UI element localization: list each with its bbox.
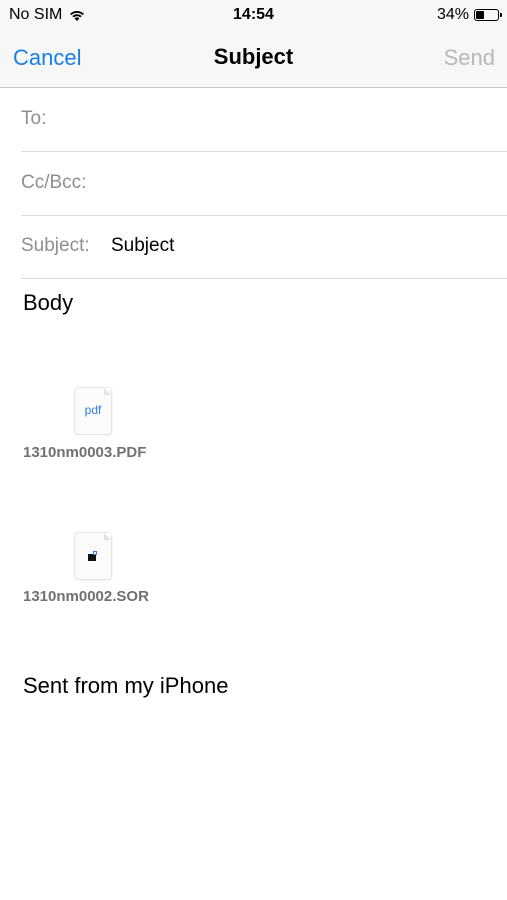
pdf-icon-label: pdf [84, 403, 102, 417]
pdf-file-icon: pdf [75, 388, 111, 434]
battery-icon [474, 9, 502, 21]
cancel-button[interactable]: Cancel [13, 45, 81, 71]
battery-percent: 34% [436, 6, 469, 23]
compose-nav-bar: Cancel Subject Send [0, 30, 507, 88]
page-corner [104, 388, 111, 395]
status-bar: No SIM 14:54 34% [0, 0, 507, 30]
message-body-text[interactable]: Body [23, 290, 73, 316]
to-label: To: [21, 108, 47, 129]
cc-bcc-field[interactable]: Cc/Bcc: [21, 152, 507, 216]
status-time: 14:54 [233, 6, 274, 23]
send-button[interactable]: Send [444, 45, 495, 71]
subject-input[interactable]: Subject [111, 235, 174, 257]
file-glyph-icon [88, 551, 97, 561]
subject-field[interactable]: Subject: Subject [21, 215, 507, 279]
status-bar-right: 34% [436, 6, 502, 24]
cc-bcc-label: Cc/Bcc: [21, 172, 87, 193]
signature-text[interactable]: Sent from my iPhone [23, 673, 228, 699]
battery-fill [476, 11, 484, 19]
generic-file-icon [75, 533, 111, 579]
page-corner [104, 533, 111, 540]
subject-label: Subject: [21, 235, 90, 256]
battery-nub [500, 13, 502, 17]
attachment-filename: 1310nm0002.SOR [23, 588, 149, 605]
to-field[interactable]: To: [21, 88, 507, 152]
attachment-filename: 1310nm0003.PDF [23, 444, 147, 461]
